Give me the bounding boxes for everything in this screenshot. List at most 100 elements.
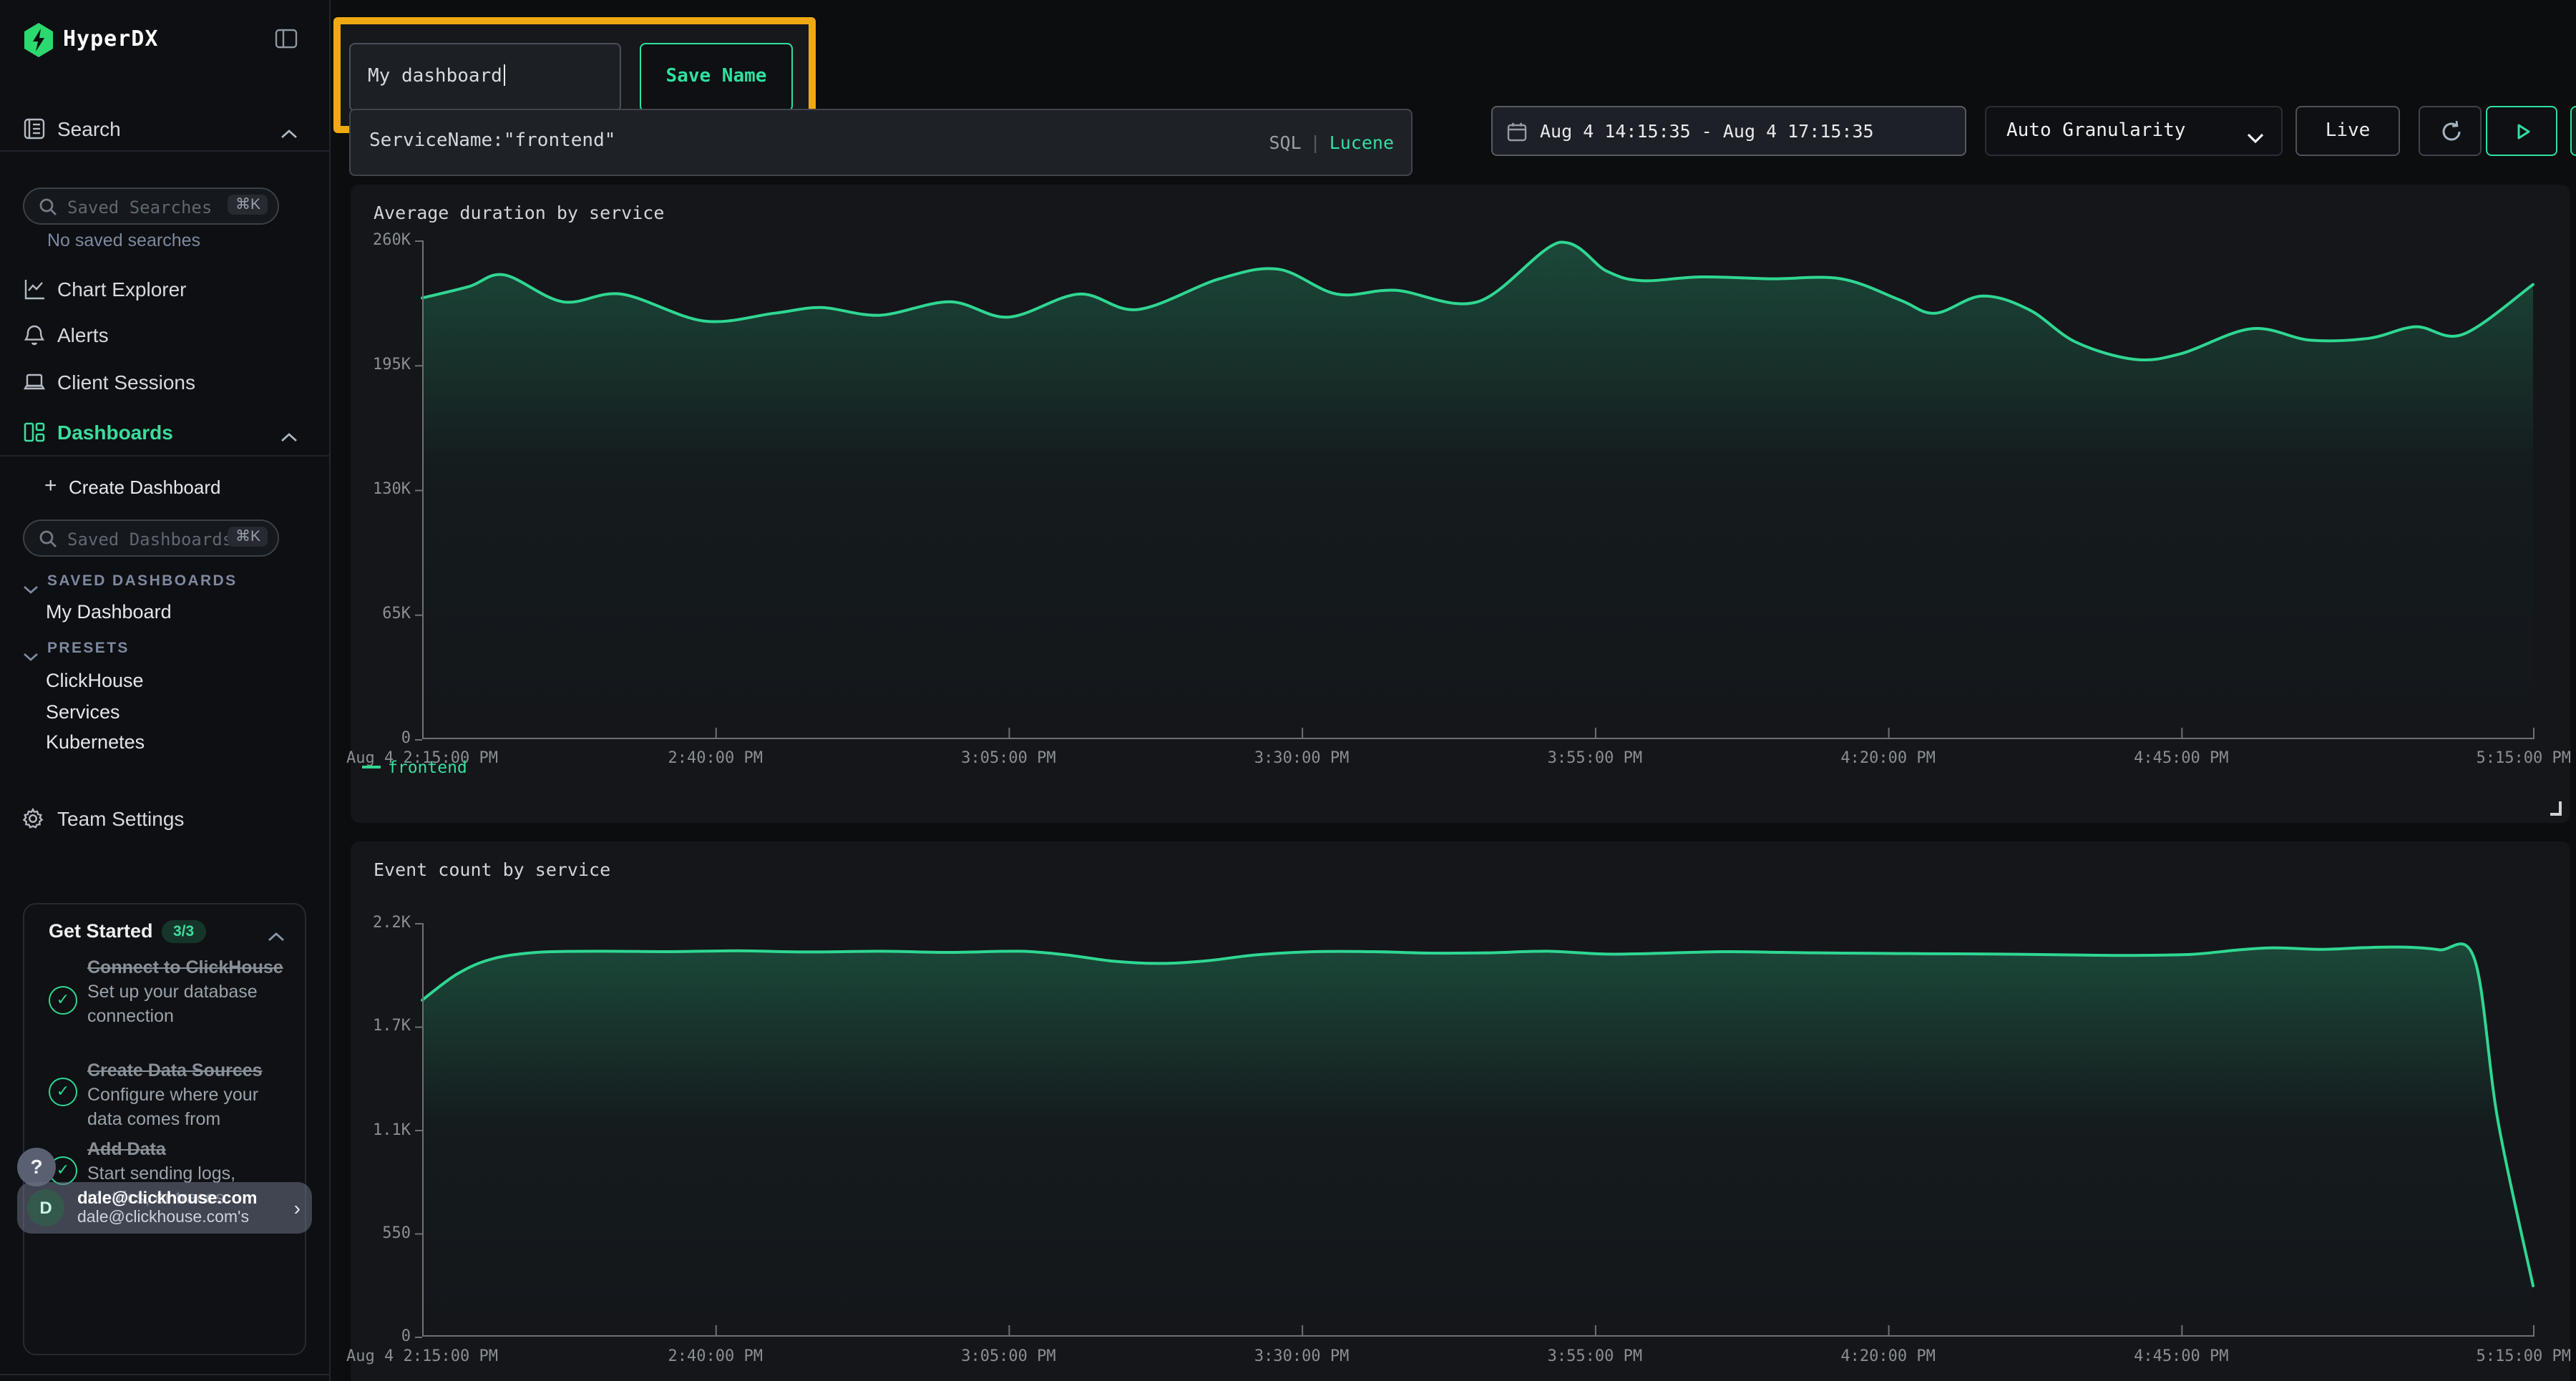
sidebar-item-services[interactable]: Services [46, 701, 120, 723]
query-input-value[interactable]: ServiceName:"frontend" [369, 130, 615, 152]
sidebar-item-search[interactable]: Search [0, 112, 331, 149]
granularity-select[interactable]: Auto Granularity [1985, 106, 2283, 156]
sidebar-item-label: Dashboards [57, 421, 173, 444]
bell-icon [23, 323, 46, 346]
plus-icon: + [44, 474, 57, 498]
search-panel-icon [23, 117, 46, 140]
divider [0, 150, 331, 152]
sidebar-item-alerts[interactable]: Alerts [0, 318, 331, 355]
run-query-button[interactable] [2486, 106, 2557, 156]
user-email: dale@clickhouse.com [77, 1188, 258, 1208]
query-language-toggle[interactable]: SQL|Lucene [1269, 132, 1394, 153]
no-saved-searches-note: No saved searches [47, 230, 200, 250]
saved-searches-input[interactable]: Saved Searches ⌘K [23, 187, 279, 225]
sidebar-item-my-dashboard[interactable]: My Dashboard [46, 601, 172, 623]
x-tick-label: Aug 4 2:15:00 PM [346, 1347, 498, 1365]
x-tick-label: 3:55:00 PM [1548, 1347, 1642, 1365]
refresh-icon [2439, 119, 2464, 145]
y-tick-label: 0 [348, 728, 411, 747]
section-header-label: PRESETS [47, 640, 130, 657]
refresh-button[interactable] [2419, 106, 2482, 156]
sidebar-item-label: Team Settings [57, 807, 184, 830]
get-started-progress-badge: 3/3 [162, 920, 205, 943]
get-started-card: Get Started 3/3 ✓ Connect to ClickHouse … [23, 903, 306, 1355]
calendar-icon [1507, 122, 1527, 142]
sidebar-item-team-settings[interactable]: Team Settings [0, 801, 331, 839]
time-range-picker[interactable]: Aug 4 14:15:35 - Aug 4 17:15:35 [1491, 106, 1966, 156]
toggle-separator: | [1302, 132, 1330, 153]
x-tick-label: 4:45:00 PM [2134, 1347, 2228, 1365]
chevron-up-icon[interactable] [268, 924, 285, 939]
sidebar-item-kubernetes[interactable]: Kubernetes [46, 731, 145, 753]
y-tick-label: 65K [348, 604, 411, 623]
dashboards-icon [23, 421, 46, 444]
sidebar-item-label: Client Sessions [57, 371, 195, 394]
hyperdx-logo-icon [23, 23, 54, 57]
x-tick-label: 4:45:00 PM [2134, 748, 2228, 767]
chevron-down-icon [2247, 126, 2264, 139]
line-chart-event-count[interactable]: 2.2K1.7K1.1K5500Aug 4 2:15:00 PM2:40:00 … [422, 923, 2533, 1337]
x-tick-label: 3:55:00 PM [1548, 748, 1642, 767]
chevron-down-icon [23, 644, 39, 657]
step-title: Add Data [87, 1138, 288, 1161]
lucene-toggle[interactable]: Lucene [1330, 132, 1394, 153]
step-desc: Set up your database connection [87, 981, 288, 1028]
y-tick-label: 550 [348, 1224, 411, 1242]
sidebar-item-client-sessions[interactable]: Client Sessions [0, 365, 331, 402]
y-tick-label: 2.2K [348, 913, 411, 932]
hyperdx-app: HyperDX Search Saved Searches ⌘K No save… [0, 0, 2576, 1381]
step-title: Create Data Sources [87, 1059, 288, 1083]
x-tick-label: 5:15:00 PM [2477, 1347, 2571, 1365]
logo-row: HyperDX [0, 20, 331, 60]
help-button[interactable]: ? [17, 1148, 56, 1186]
chart-legend[interactable]: frontend [362, 757, 467, 777]
legend-label: frontend [388, 757, 467, 777]
chart-panel-event-count: Event count by service 2.2K1.7K1.1K5500A… [351, 841, 2570, 1381]
get-started-title: Get Started [49, 920, 153, 942]
clipped-button-edge[interactable] [2570, 106, 2576, 156]
play-icon [2513, 122, 2533, 142]
section-header-label: SAVED DASHBOARDS [47, 572, 238, 590]
sql-toggle[interactable]: SQL [1269, 132, 1301, 153]
chart-title: Average duration by service [374, 202, 664, 223]
saved-searches-placeholder: Saved Searches [67, 197, 212, 218]
x-tick-label: 5:15:00 PM [2477, 748, 2571, 767]
chevron-down-icon [23, 577, 39, 590]
shortcut-badge: ⌘K [228, 527, 268, 547]
sidebar-item-chart-explorer[interactable]: Chart Explorer [0, 272, 331, 309]
logo-text: HyperDX [63, 26, 158, 52]
search-icon [39, 197, 57, 216]
saved-dashboards-placeholder: Saved Dashboards [67, 530, 233, 550]
x-tick-label: 4:20:00 PM [1840, 1347, 1935, 1365]
chevron-up-icon [280, 122, 298, 136]
query-search-bar[interactable]: ServiceName:"frontend" SQL|Lucene [349, 109, 1413, 176]
granularity-value: Auto Granularity [2006, 120, 2185, 142]
check-circle-icon: ✓ [49, 986, 77, 1015]
save-name-button[interactable]: Save Name [640, 43, 793, 112]
line-chart-avg-duration[interactable]: 260K195K130K65K0Aug 4 2:15:00 PM2:40:00 … [422, 240, 2533, 738]
dashboard-name-input[interactable]: My dashboard [349, 43, 621, 112]
y-tick-label: 195K [348, 354, 411, 373]
sidebar-item-clickhouse[interactable]: ClickHouse [46, 670, 144, 691]
x-tick-label: 2:40:00 PM [668, 1347, 762, 1365]
sidebar-item-label: Alerts [57, 323, 109, 346]
legend-line-swatch [362, 766, 381, 768]
panel-resize-handle[interactable] [2550, 801, 2562, 816]
step-title: Connect to ClickHouse [87, 956, 288, 980]
user-menu[interactable]: D dale@clickhouse.com dale@clickhouse.co… [17, 1182, 312, 1234]
saved-dashboards-input[interactable]: Saved Dashboards ⌘K [23, 519, 279, 557]
text-caret [504, 64, 506, 86]
shortcut-badge: ⌘K [228, 195, 268, 215]
chart-explorer-icon [23, 278, 46, 301]
sidebar-item-dashboards[interactable]: Dashboards [0, 415, 331, 452]
y-tick-label: 1.7K [348, 1017, 411, 1035]
x-tick-label: 2:40:00 PM [668, 748, 762, 767]
y-tick-label: 260K [348, 230, 411, 248]
sidebar-item-label: Search [57, 117, 121, 140]
check-circle-icon: ✓ [49, 1078, 77, 1106]
laptop-icon [23, 371, 46, 394]
live-button[interactable]: Live [2296, 106, 2400, 156]
sidebar-collapse-icon[interactable] [275, 27, 298, 50]
search-icon [39, 530, 57, 548]
divider [0, 1374, 331, 1375]
